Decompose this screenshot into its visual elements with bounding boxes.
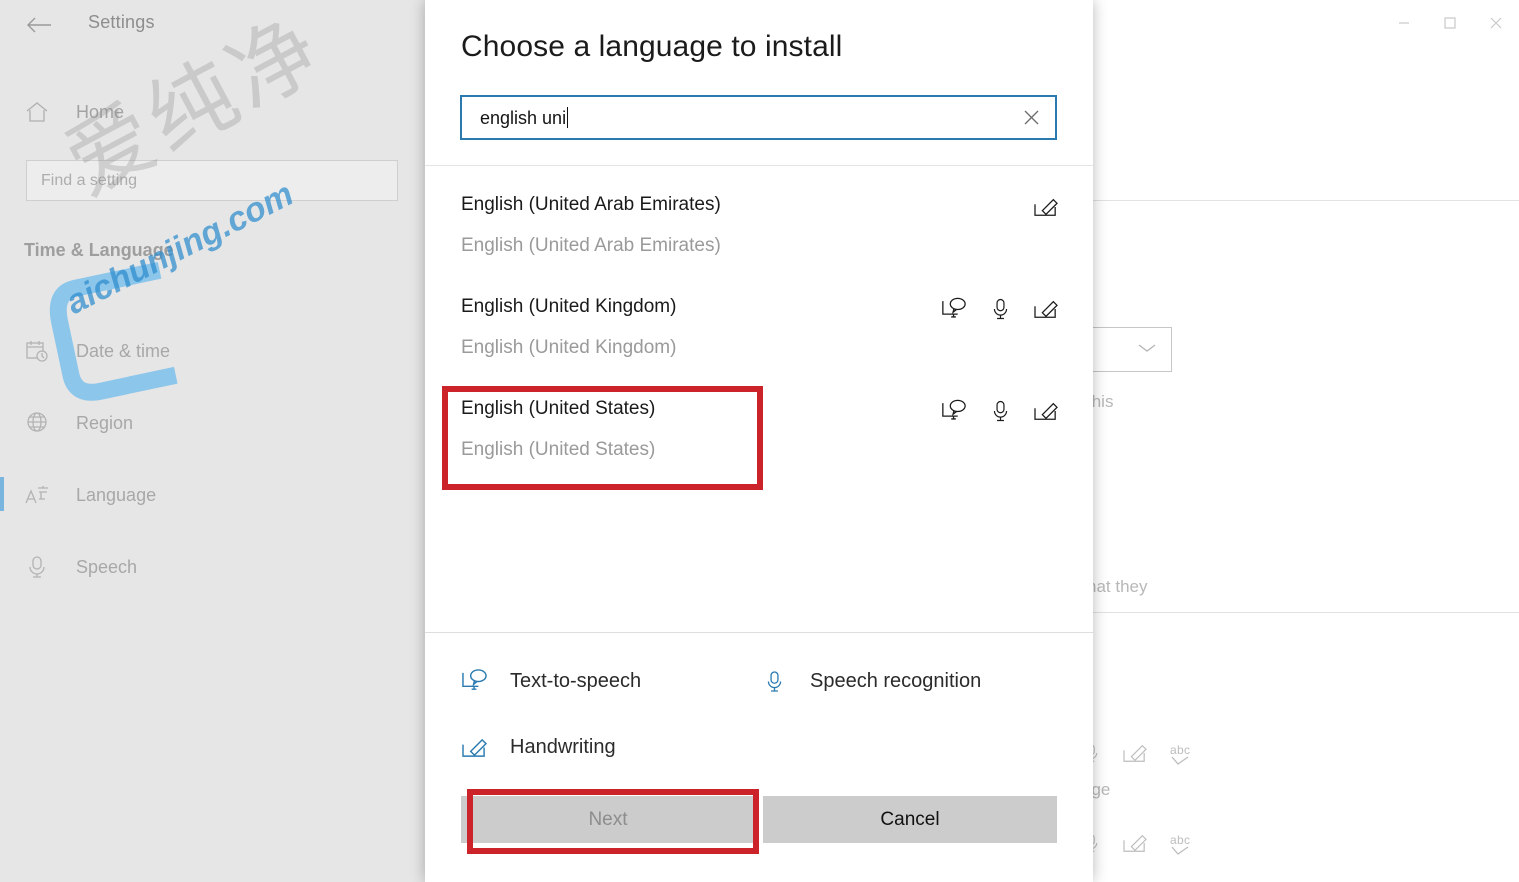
list-item[interactable]: English (United Arab Emirates) English (… xyxy=(425,178,1093,280)
background-feature-icons-row-1: abc xyxy=(1082,742,1190,769)
microphone-icon[interactable] xyxy=(987,398,1013,424)
calendar-clock-icon xyxy=(24,338,50,364)
legend-row-2: Handwriting xyxy=(461,714,1057,780)
legend-speech-recognition-label: Speech recognition xyxy=(810,669,982,692)
sidebar-item-language-label: Language xyxy=(76,484,157,505)
language-search-text: english uni xyxy=(480,107,567,128)
microphone-icon xyxy=(761,668,788,695)
language-feature-icons xyxy=(941,398,1059,424)
globe-icon xyxy=(24,410,50,436)
sidebar-item-speech-label: Speech xyxy=(76,556,138,577)
cancel-button[interactable]: Cancel xyxy=(763,796,1057,843)
sidebar-item-home[interactable]: Home xyxy=(24,92,404,132)
legend-text-to-speech-label: Text-to-speech xyxy=(510,669,642,692)
sidebar-item-region-label: Region xyxy=(76,412,134,433)
microphone-icon[interactable] xyxy=(987,296,1013,322)
background-text-hat-they: hat they xyxy=(1087,577,1148,596)
dialog-actions: Next Cancel xyxy=(461,796,1057,843)
next-button[interactable]: Next xyxy=(461,796,755,843)
sidebar-item-speech[interactable]: Speech xyxy=(0,531,427,603)
handwriting-icon xyxy=(1122,742,1148,769)
feature-legend: Text-to-speech Speech recognition Handwr… xyxy=(425,648,1093,780)
legend-text-to-speech: Text-to-speech xyxy=(461,668,761,695)
legend-speech-recognition: Speech recognition xyxy=(761,668,981,695)
sidebar-item-date-time-label: Date & time xyxy=(76,340,171,361)
spellcheck-abc-icon: abc xyxy=(1170,834,1190,857)
language-item-english-united-states[interactable]: English (United States) English (United … xyxy=(425,382,1093,484)
find-a-setting-placeholder: Find a setting xyxy=(41,171,138,189)
spellcheck-abc-icon: abc xyxy=(1170,744,1190,767)
chevron-down-icon xyxy=(1137,341,1157,359)
text-to-speech-icon[interactable] xyxy=(941,398,967,424)
sidebar-item-home-label: Home xyxy=(76,101,125,122)
find-a-setting-input[interactable]: Find a setting xyxy=(26,160,398,201)
language-secondary-label: English (United Arab Emirates) xyxy=(461,235,721,256)
sidebar-item-language[interactable]: Language xyxy=(0,459,427,531)
home-icon xyxy=(24,99,50,125)
handwriting-icon[interactable] xyxy=(1033,398,1059,424)
language-icon xyxy=(24,482,50,508)
footer-divider xyxy=(425,632,1093,633)
legend-row-1: Text-to-speech Speech recognition xyxy=(461,648,1057,714)
language-feature-icons xyxy=(1033,194,1059,220)
choose-language-dialog: Choose a language to install english uni… xyxy=(425,0,1093,882)
language-primary-label: English (United Arab Emirates) xyxy=(461,194,721,215)
legend-handwriting-label: Handwriting xyxy=(510,735,616,758)
language-search-value[interactable]: english uni xyxy=(462,106,1007,129)
text-to-speech-icon xyxy=(461,668,488,695)
handwriting-icon xyxy=(461,734,488,761)
handwriting-icon[interactable] xyxy=(1033,194,1059,220)
handwriting-icon[interactable] xyxy=(1033,296,1059,322)
screen: Settings Home Find a setting Time & Lang… xyxy=(0,0,1519,882)
language-search-input[interactable]: english uni xyxy=(460,95,1057,140)
sidebar-section-title: Time & Language xyxy=(24,240,174,260)
language-feature-icons xyxy=(941,296,1059,322)
list-item[interactable]: English (United Kingdom) English (United… xyxy=(425,280,1093,382)
text-cursor xyxy=(567,106,569,128)
language-secondary-label: English (United Kingdom) xyxy=(461,337,677,358)
sidebar-item-date-time[interactable]: Date & time xyxy=(0,315,427,387)
legend-handwriting: Handwriting xyxy=(461,734,616,761)
dialog-title: Choose a language to install xyxy=(461,30,843,63)
sidebar-nav: Date & time Region Language Speech xyxy=(0,315,427,603)
close-x-icon[interactable] xyxy=(1007,97,1055,138)
microphone-icon xyxy=(24,554,50,580)
page-title: Settings xyxy=(88,12,155,32)
handwriting-icon xyxy=(1122,832,1148,859)
background-feature-icons-row-2: abc xyxy=(1082,832,1190,859)
sidebar-item-region[interactable]: Region xyxy=(0,387,427,459)
dialog-header: Choose a language to install xyxy=(425,0,1093,64)
language-secondary-label: English (United States) xyxy=(461,439,656,460)
language-list: English (United Arab Emirates) English (… xyxy=(425,166,1093,610)
back-arrow-icon[interactable] xyxy=(22,10,56,42)
text-to-speech-icon[interactable] xyxy=(941,296,967,322)
